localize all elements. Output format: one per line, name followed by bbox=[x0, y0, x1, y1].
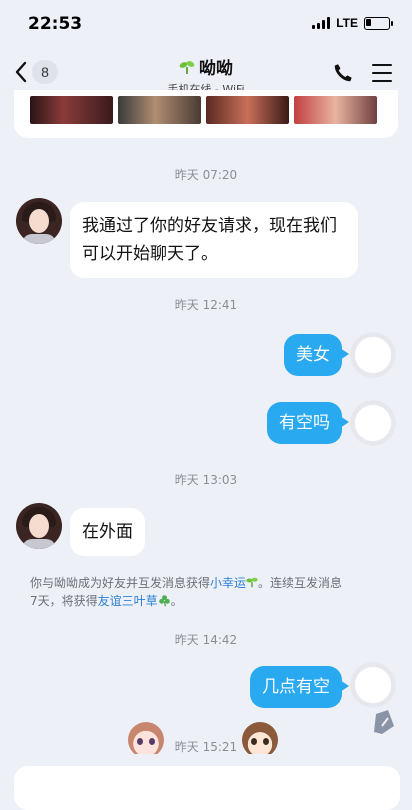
network-type: LTE bbox=[336, 16, 358, 30]
contact-avatar[interactable] bbox=[16, 198, 62, 244]
phone-icon bbox=[334, 64, 352, 82]
contact-name: 呦呦 bbox=[199, 59, 233, 79]
my-avatar[interactable] bbox=[350, 400, 396, 446]
timestamp: 昨天 15:21 bbox=[174, 740, 238, 754]
message-input[interactable] bbox=[14, 766, 400, 810]
call-button[interactable] bbox=[332, 62, 354, 88]
outgoing-message[interactable]: 有空吗 bbox=[267, 402, 349, 444]
sprout-icon bbox=[246, 577, 258, 588]
photo-3 bbox=[206, 96, 289, 124]
sprout-icon bbox=[179, 60, 195, 74]
incoming-message[interactable]: 在外面 bbox=[70, 508, 145, 556]
my-avatar[interactable] bbox=[350, 332, 396, 378]
status-bar: 22:53 LTE bbox=[0, 0, 412, 48]
my-avatar[interactable] bbox=[350, 662, 396, 708]
timestamp: 昨天 07:20 bbox=[174, 168, 238, 182]
contact-title: 呦呦 bbox=[179, 54, 233, 79]
cartoon-avatar-right bbox=[238, 718, 282, 754]
status-icons: LTE bbox=[312, 16, 393, 30]
edit-icon bbox=[374, 710, 394, 734]
timestamp: 昨天 14:42 bbox=[174, 633, 238, 647]
photo-4 bbox=[294, 96, 377, 124]
photo-1 bbox=[30, 96, 113, 124]
incoming-message[interactable]: 我通过了你的好友请求，现在我们可以开始聊天了。 bbox=[70, 202, 358, 278]
signal-icon bbox=[312, 17, 331, 29]
contact-avatar[interactable] bbox=[16, 503, 62, 549]
outgoing-message[interactable]: 美女 bbox=[284, 334, 349, 376]
photo-2 bbox=[118, 96, 201, 124]
edit-button[interactable] bbox=[370, 706, 398, 742]
menu-button[interactable] bbox=[372, 64, 392, 88]
status-time: 22:53 bbox=[28, 14, 83, 34]
profile-photo-card[interactable] bbox=[14, 90, 398, 138]
battery-icon bbox=[364, 16, 393, 30]
outgoing-message[interactable]: 几点有空 bbox=[250, 666, 349, 708]
clover-icon bbox=[158, 595, 170, 607]
lucky-link[interactable]: 小幸运 bbox=[210, 576, 246, 590]
timestamp: 昨天 13:03 bbox=[174, 473, 238, 487]
menu-icon bbox=[372, 64, 392, 82]
friendship-notice: 你与呦呦成为好友并互发消息获得小幸运 。连续互发消息 7天，将获得友谊三叶草。 bbox=[30, 576, 343, 608]
clover-link[interactable]: 友谊三叶草 bbox=[98, 594, 158, 608]
timestamp: 昨天 12:41 bbox=[174, 298, 238, 312]
